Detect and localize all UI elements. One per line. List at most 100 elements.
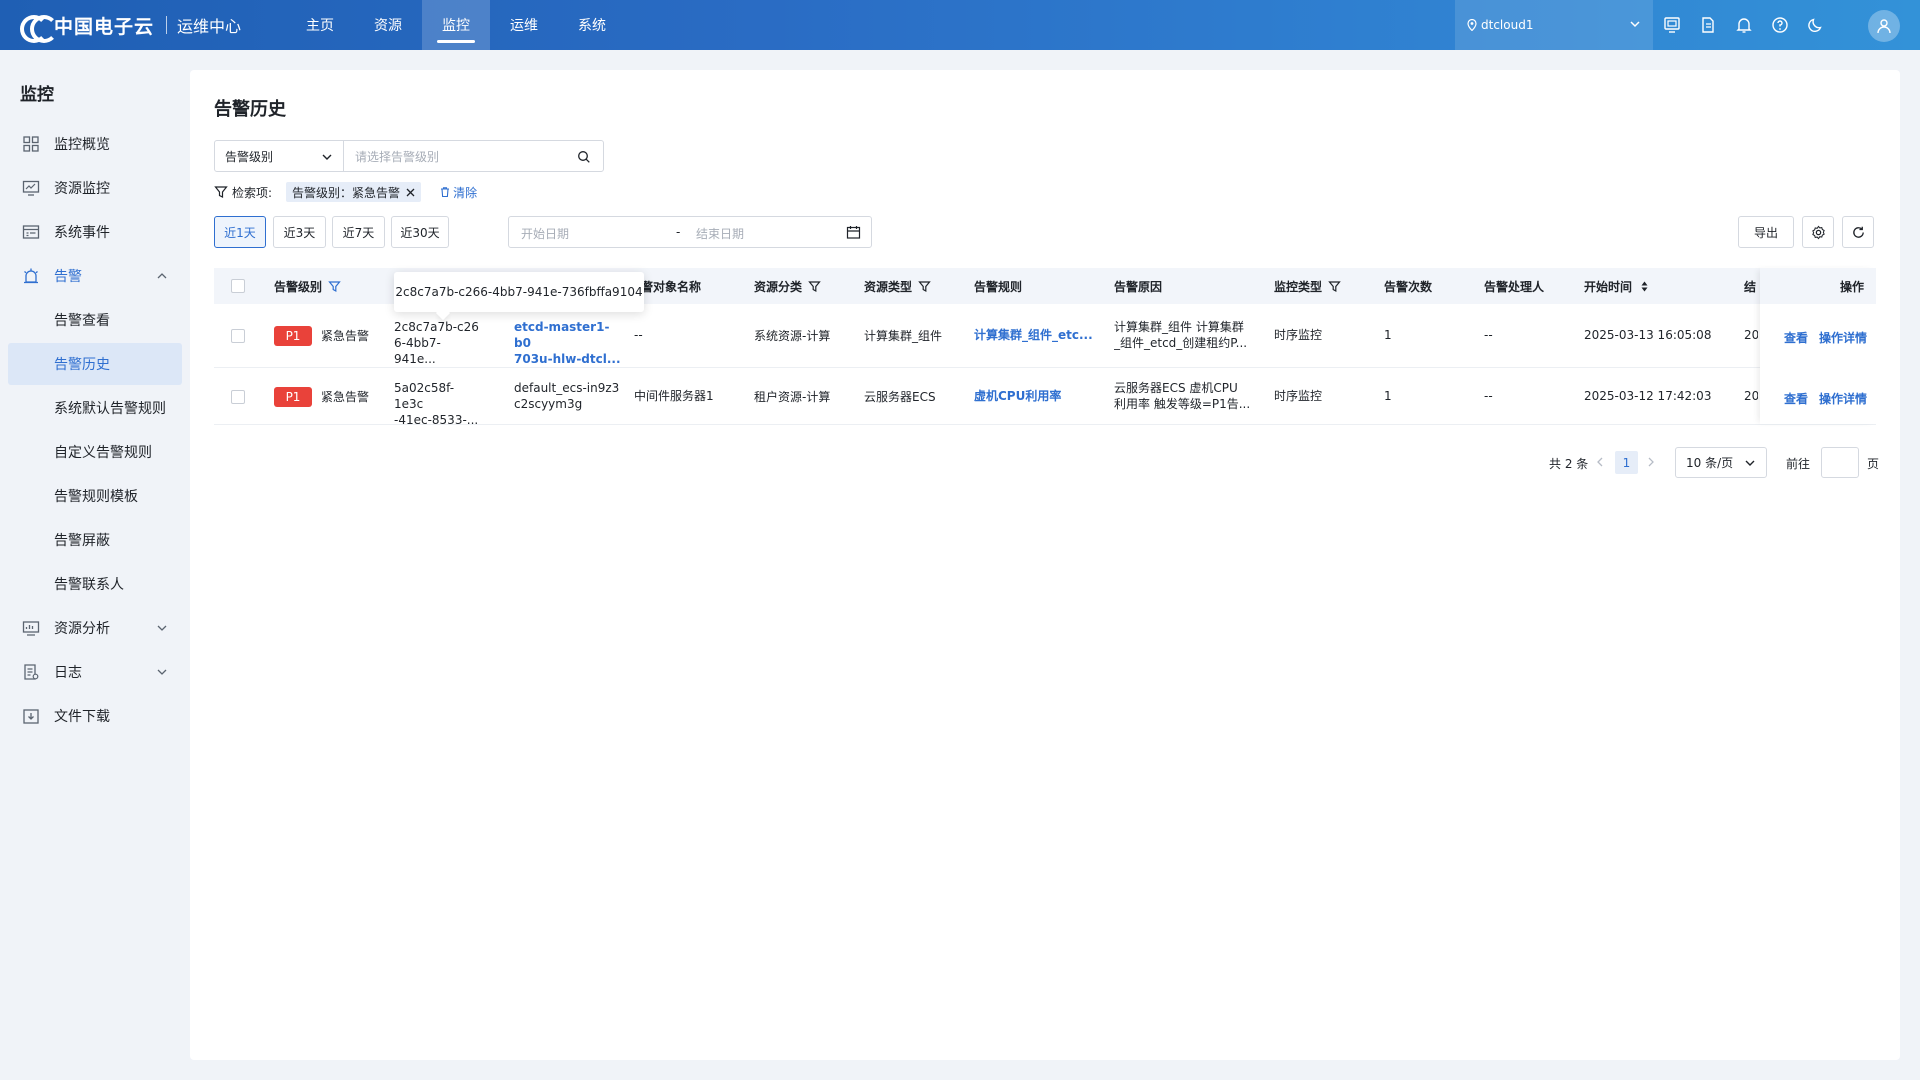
th-resource-category-label: 资源分类 <box>754 279 803 294</box>
range-3d-button[interactable]: 近3天 <box>273 216 326 248</box>
logo[interactable]: 中国电子云 运维中心 <box>20 0 241 50</box>
pagination-total: 共 2 条 <box>1549 456 1589 471</box>
alarm-count: 1 <box>1384 389 1392 403</box>
close-icon[interactable] <box>406 188 415 197</box>
bell-icon[interactable] <box>1726 0 1762 50</box>
filter-icon[interactable] <box>808 280 821 293</box>
sidebar-item-default-rules[interactable]: 系统默认告警规则 <box>8 387 182 429</box>
th-start-time[interactable]: 开始时间 <box>1584 268 1651 304</box>
sidebar-item-alarm-contacts[interactable]: 告警联系人 <box>8 563 182 605</box>
alarm-icon <box>24 268 38 284</box>
rule-link[interactable]: 虚机CPU利用率 <box>974 388 1104 404</box>
chevron-left-icon[interactable] <box>1595 456 1605 468</box>
level-text: 紧急告警 <box>321 329 370 343</box>
view-link[interactable]: 查看 <box>1784 390 1808 407</box>
select-all-checkbox[interactable] <box>231 279 245 293</box>
sidebar-item-alarm-shield[interactable]: 告警屏蔽 <box>8 519 182 561</box>
search-icon[interactable] <box>577 150 591 164</box>
alarm-id-cell[interactable]: 5a02c58f-1e3c -41ec-8533-... <box>394 380 482 428</box>
topnav-monitor[interactable]: 监控 <box>422 0 491 50</box>
help-icon[interactable] <box>1762 0 1798 50</box>
chevron-down-icon <box>1745 460 1755 466</box>
moon-icon[interactable] <box>1798 0 1834 50</box>
filter-value-input[interactable]: 请选择告警级别 <box>343 140 604 172</box>
alarm-id-line1: 2c8c7a7b-c26 <box>394 320 479 334</box>
filter-icon[interactable] <box>328 280 341 293</box>
goto-label: 前往 <box>1786 456 1811 471</box>
op-detail-link[interactable]: 操作详情 <box>1819 329 1867 346</box>
topnav-ops[interactable]: 运维 <box>490 0 558 50</box>
brand-name: 中国电子云 <box>54 15 155 38</box>
page-size-value: 10 条/页 <box>1686 456 1734 470</box>
clear-criteria-link[interactable]: 清除 <box>439 184 477 201</box>
row-checkbox[interactable] <box>231 390 245 404</box>
sidebar-item-resource-monitor[interactable]: 资源监控 <box>8 167 182 209</box>
sidebar-item-alarm-history[interactable]: 告警历史 <box>8 343 182 385</box>
sidebar-item-alarm-view[interactable]: 告警查看 <box>8 299 182 341</box>
filter-field-select[interactable]: 告警级别 <box>214 140 344 172</box>
document-icon[interactable] <box>1690 0 1726 50</box>
date-range-picker[interactable]: 开始日期 - 结束日期 <box>508 216 872 248</box>
grid-icon <box>23 136 39 152</box>
handler: -- <box>1484 389 1493 403</box>
sidebar-item-resource-analysis[interactable]: 资源分析 <box>8 607 182 649</box>
refresh-button[interactable] <box>1842 216 1874 248</box>
sidebar-item-overview[interactable]: 监控概览 <box>8 123 182 165</box>
tenant-select[interactable]: dtcloud1 <box>1455 0 1653 50</box>
chevron-right-icon[interactable] <box>1646 456 1656 468</box>
sidebar-item-file-download[interactable]: 文件下载 <box>8 695 182 737</box>
sidebar-item-label: 资源分析 <box>54 621 110 637</box>
alarm-id-line1: 5a02c58f-1e3c <box>394 381 455 411</box>
end-time: 20 <box>1744 328 1758 342</box>
level-text: 紧急告警 <box>321 390 370 404</box>
filter-icon[interactable] <box>1328 280 1341 293</box>
th-level-label: 告警级别 <box>274 279 323 294</box>
op-detail-link[interactable]: 操作详情 <box>1819 390 1867 407</box>
object-link-line2: 703u-hlw-dtcl... <box>514 352 621 366</box>
top-icon-group <box>1654 0 1834 50</box>
goto-page-input[interactable] <box>1821 447 1859 478</box>
rule-link[interactable]: 计算集群_组件_etc... <box>974 327 1104 343</box>
sidebar-item-rule-templates[interactable]: 告警规则模板 <box>8 475 182 517</box>
start-date-placeholder: 开始日期 <box>521 227 570 241</box>
sidebar-item-label: 告警查看 <box>54 313 110 329</box>
monitor-type: 时序监控 <box>1274 328 1323 342</box>
sidebar-item-logs[interactable]: 日志 <box>8 651 182 693</box>
topnav-home[interactable]: 主页 <box>286 0 354 50</box>
row-checkbox[interactable] <box>231 329 245 343</box>
range-1d-button[interactable]: 近1天 <box>214 216 266 248</box>
range-7d-button[interactable]: 近7天 <box>332 216 385 248</box>
log-icon <box>24 664 39 680</box>
alarm-id-cell[interactable]: 2c8c7a7b-c26 6-4bb7-941e... <box>394 319 482 367</box>
th-count-label: 告警次数 <box>1384 279 1433 294</box>
download-icon <box>23 709 39 724</box>
ops-fixed-column: 操作 查看 操作详情 查看 操作详情 <box>1760 268 1876 424</box>
top-nav: 主页 资源 监控 运维 系统 <box>286 0 626 50</box>
page-number-current[interactable]: 1 <box>1615 451 1638 474</box>
gear-icon <box>1811 225 1825 239</box>
page-size-select[interactable]: 10 条/页 <box>1675 447 1767 478</box>
screen-icon[interactable] <box>1654 0 1690 50</box>
sidebar-item-custom-rules[interactable]: 自定义告警规则 <box>8 431 182 473</box>
object-link[interactable]: etcd-master1-b0 703u-hlw-dtcl... <box>514 319 624 367</box>
page-suffix: 页 <box>1867 456 1880 471</box>
settings-button[interactable] <box>1802 216 1834 248</box>
sidebar-item-label: 告警历史 <box>54 357 110 373</box>
start-time: 2025-03-13 16:05:08 <box>1584 328 1712 342</box>
topnav-resources[interactable]: 资源 <box>354 0 422 50</box>
export-button[interactable]: 导出 <box>1738 216 1794 248</box>
th-resource-type: 资源类型 <box>864 268 931 304</box>
sort-icon[interactable] <box>1638 280 1651 293</box>
filter-icon[interactable] <box>918 280 931 293</box>
th-end-time-label: 结 <box>1744 279 1757 294</box>
range-30d-button[interactable]: 近30天 <box>391 216 449 248</box>
topnav-system[interactable]: 系统 <box>558 0 626 50</box>
sidebar-item-alarm[interactable]: 告警 <box>8 255 182 297</box>
logo-divider <box>166 16 168 34</box>
view-link[interactable]: 查看 <box>1784 329 1808 346</box>
sidebar-item-label: 资源监控 <box>54 181 110 197</box>
user-avatar[interactable] <box>1868 10 1900 42</box>
refresh-icon <box>1852 226 1864 238</box>
tenant-name: dtcloud1 <box>1481 18 1534 32</box>
sidebar-item-system-events[interactable]: 系统事件 <box>8 211 182 253</box>
